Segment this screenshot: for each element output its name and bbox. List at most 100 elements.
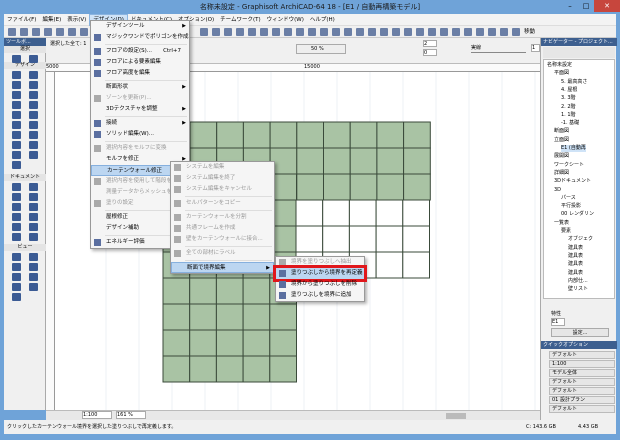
tool-icon[interactable] [29, 193, 38, 201]
menu-6[interactable]: チームワーク(T) [217, 14, 264, 26]
menu-item[interactable]: 全ての部材にラベル [171, 248, 274, 259]
tree-item[interactable]: 詳細図 [554, 170, 569, 177]
tool-icon[interactable] [29, 131, 38, 139]
curtain-wall-panel[interactable] [162, 277, 191, 305]
tree-item[interactable]: E1 (自動再 [561, 145, 586, 152]
curtain-wall-panel[interactable] [215, 329, 244, 357]
curtain-wall-panel[interactable] [403, 173, 431, 201]
curtain-wall-panel[interactable] [323, 121, 351, 149]
menu-item[interactable]: 境界から塗りつぶしを削除 [276, 279, 364, 290]
curtain-wall-panel[interactable] [348, 225, 377, 253]
tool-icon[interactable] [29, 141, 38, 149]
tree-item[interactable]: 5. 最高高さ [561, 79, 587, 86]
quick-option-select[interactable]: デフォルト [549, 351, 615, 359]
toolbar-icon[interactable] [356, 28, 364, 36]
curtain-wall-panel[interactable] [375, 251, 404, 279]
fill-percent[interactable]: 50 % [296, 44, 346, 54]
tree-item[interactable]: 00 レンダリン [561, 211, 594, 218]
tool-icon[interactable] [12, 55, 21, 63]
tree-item[interactable]: 一覧表 [554, 220, 569, 227]
tool-icon[interactable] [12, 81, 21, 89]
curtain-wall-panel[interactable] [348, 199, 377, 227]
tree-item[interactable]: 断面図 [554, 128, 569, 135]
curtain-wall-panel[interactable] [402, 225, 430, 253]
settings-button[interactable]: 設定... [551, 328, 609, 337]
curtain-wall-panel[interactable] [269, 355, 298, 383]
menu-item[interactable]: カーテンウォールを分割 [171, 212, 274, 223]
menu-item[interactable]: フロアによる要素編集 [91, 57, 189, 68]
tree-item[interactable]: 展開図 [554, 153, 569, 160]
curtain-wall-panel[interactable] [349, 147, 378, 175]
menu-item[interactable]: デザインツール ▶ [91, 21, 189, 32]
toolbar-icon[interactable] [428, 28, 436, 36]
tool-icon[interactable] [12, 101, 21, 109]
scale-field[interactable]: 1 [531, 44, 540, 52]
curtain-wall-panel[interactable] [375, 225, 404, 253]
curtain-wall-panel[interactable] [269, 121, 298, 149]
tree-item[interactable]: -1. 基礎 [561, 120, 579, 127]
menu-item[interactable]: 接続 ▶ [91, 118, 189, 129]
toolbar-icon[interactable] [404, 28, 412, 36]
curtain-wall-panel[interactable] [216, 121, 244, 149]
tool-icon[interactable] [12, 213, 21, 221]
horizontal-scrollbar[interactable] [446, 413, 466, 419]
toolbar-icon[interactable] [368, 28, 376, 36]
tree-item[interactable]: 2. 2階 [561, 104, 576, 111]
menu-item[interactable]: ソリッド編集(W)... [91, 129, 189, 140]
quick-option-select[interactable]: モデル全体 [549, 369, 615, 377]
toolbar-icon[interactable] [224, 28, 232, 36]
curtain-wall-panel[interactable] [402, 251, 430, 279]
toolbar-icon[interactable] [248, 28, 256, 36]
curtain-wall-panel[interactable] [242, 355, 271, 383]
tool-icon[interactable] [12, 233, 21, 241]
tree-item[interactable]: 建具表 [568, 245, 583, 252]
tree-item[interactable]: 壁リスト [568, 286, 588, 293]
project-tree[interactable]: 名称未設定 平面図 5. 最高高さ 4. 屋根 3. 3階 2. 2階 1. 1階 -1. 基… [543, 59, 615, 299]
menu-item[interactable]: フロア高度を編集 [91, 68, 189, 79]
menu-item[interactable]: 3Dテクスチャを調整 ▶ [91, 104, 189, 115]
toolbar-icon[interactable] [296, 28, 304, 36]
curtain-wall-panel[interactable] [215, 303, 244, 331]
curtain-wall-panel[interactable] [403, 121, 431, 149]
curtain-wall-panel[interactable] [322, 199, 350, 227]
tool-icon[interactable] [29, 81, 38, 89]
menu-item[interactable]: 断面で境界編集 ▶ [171, 262, 274, 273]
menu-7[interactable]: ウィンドウ(W) [264, 14, 307, 26]
curtain-wall-panel[interactable] [376, 121, 405, 149]
toolbar-icon[interactable] [212, 28, 220, 36]
toolbar-icon[interactable] [500, 28, 508, 36]
curtain-wall-panel[interactable] [402, 199, 430, 227]
menu-2[interactable]: 表示(V) [64, 14, 89, 26]
toolbar-icon[interactable] [380, 28, 388, 36]
tool-icon[interactable] [12, 151, 21, 159]
tool-icon[interactable] [29, 203, 38, 211]
line-type-select[interactable]: 実線 [471, 44, 526, 53]
curtain-wall-panel[interactable] [296, 147, 325, 175]
menu-item[interactable]: 塗りつぶしから境界を再定義 [273, 265, 367, 282]
curtain-wall-panel[interactable] [403, 147, 431, 175]
tool-icon[interactable] [12, 131, 21, 139]
menu-1[interactable]: 編集(E) [39, 14, 64, 26]
toolbar-icon[interactable] [80, 28, 88, 36]
curtain-wall-panel[interactable] [162, 329, 191, 357]
toolbar-icon[interactable] [284, 28, 292, 36]
menu-item[interactable]: 境界を塗りつぶしへ抽出 [276, 257, 364, 268]
tool-icon[interactable] [12, 111, 21, 119]
toolbar-icon[interactable] [440, 28, 448, 36]
tree-item[interactable]: 平面図 [554, 70, 569, 77]
tool-icon[interactable] [29, 263, 38, 271]
quick-option-select[interactable]: 01 設計プラン [549, 396, 615, 404]
tool-icon[interactable] [12, 283, 21, 291]
tree-item[interactable]: 名称未設定 [547, 62, 572, 69]
toolbar-icon[interactable] [236, 28, 244, 36]
curtain-wall-panel[interactable] [269, 329, 298, 357]
toolbar-icon[interactable] [320, 28, 328, 36]
curtain-wall-panel[interactable] [215, 277, 244, 305]
toolbar-icon[interactable] [464, 28, 472, 36]
toolbar-icon[interactable] [68, 28, 76, 36]
tool-icon[interactable] [29, 283, 38, 291]
tool-icon[interactable] [29, 233, 38, 241]
tree-item[interactable]: 建具表 [568, 253, 583, 260]
tree-item[interactable]: 4. 屋根 [561, 87, 577, 94]
toolbar-icon[interactable] [308, 28, 316, 36]
